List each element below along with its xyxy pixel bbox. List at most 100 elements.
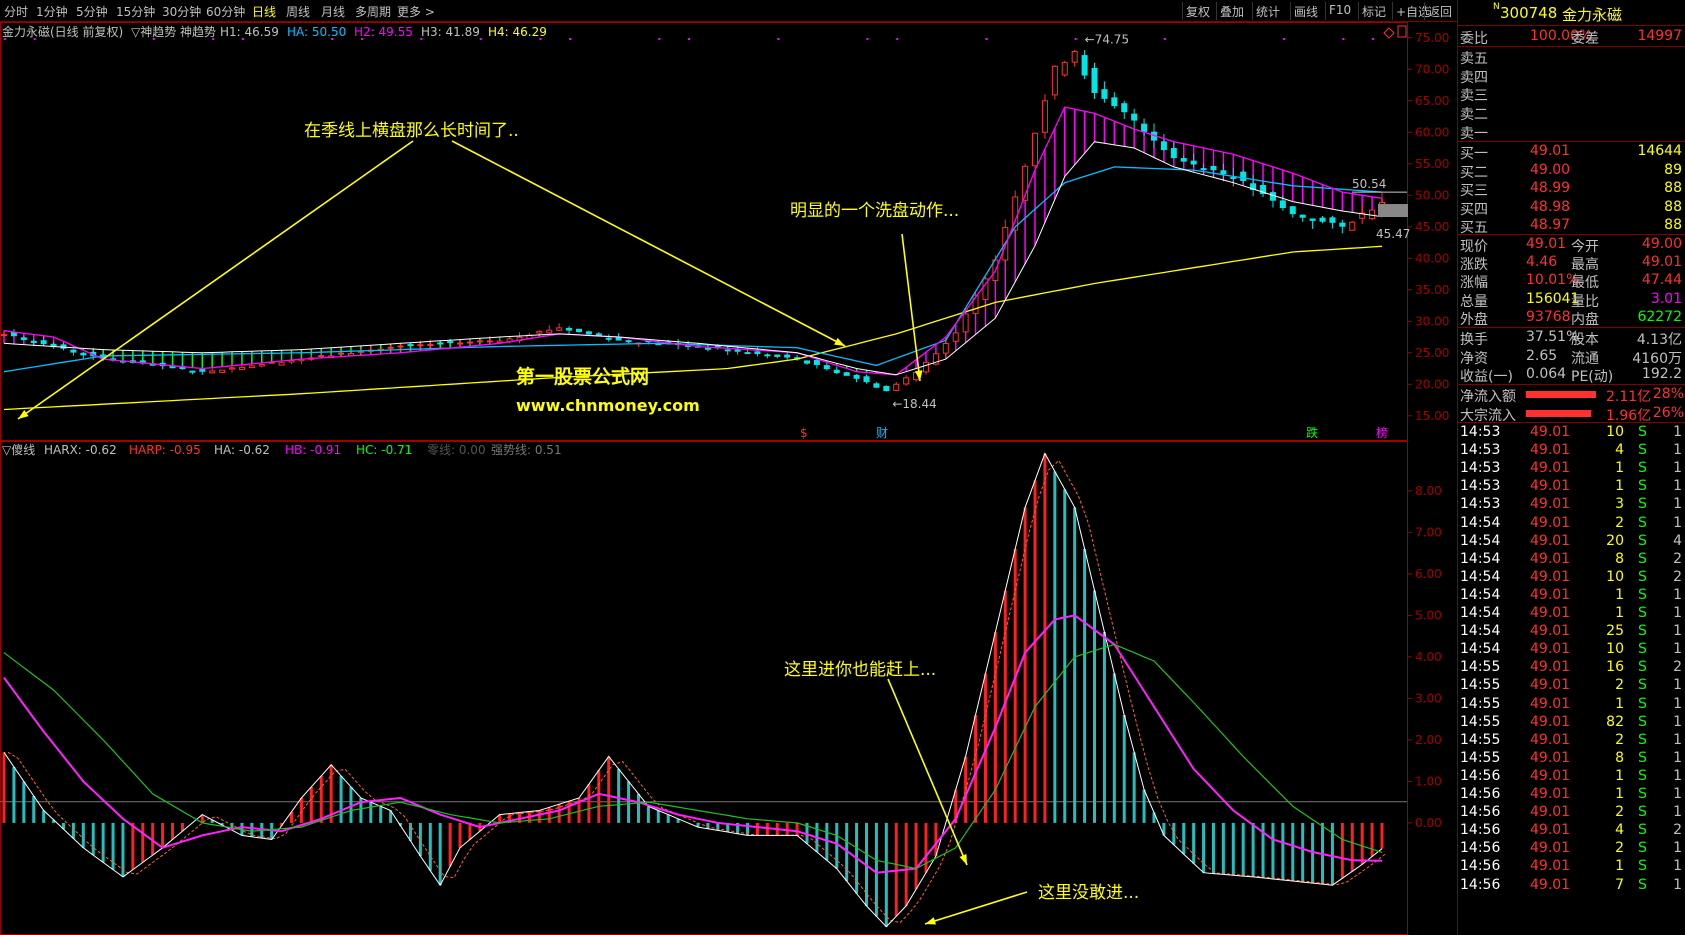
bid-volume: 88: [1664, 198, 1682, 215]
tick-row: 14:54 49.01 25 S 1: [1458, 622, 1685, 641]
tick-time: 14:55: [1460, 713, 1501, 730]
tick-count: 1: [1673, 641, 1682, 658]
candle-body: [1081, 55, 1088, 76]
flow-bar: [1526, 409, 1591, 417]
toolbar-button[interactable]: F10: [1325, 2, 1354, 20]
stat-value: 0.064: [1526, 366, 1567, 382]
tick-row: 14:55 49.01 8 S 1: [1458, 749, 1685, 768]
timeframe-tab[interactable]: 日线: [252, 3, 276, 20]
candle-body: [486, 340, 493, 343]
toolbar-button[interactable]: 画线: [1290, 2, 1321, 20]
flow-pct: 26%: [1652, 404, 1684, 421]
timeframe-tab[interactable]: 多周期: [355, 3, 391, 20]
timeframe-tab[interactable]: 5分钟: [76, 3, 108, 20]
tick-volume: 10: [1606, 641, 1624, 658]
tick-volume: 2: [1615, 840, 1624, 857]
tick-price: 49.01: [1530, 532, 1571, 549]
toolbar-button[interactable]: 标记: [1358, 2, 1389, 20]
tick-volume: 16: [1606, 659, 1624, 676]
sub-indicator-chart[interactable]: 0.00 1.00 2.00 3.00 4.00 5.00 6.00 7.00 8.00 ▽傻线 H…: [0, 441, 1457, 935]
candle-body: [1230, 176, 1237, 179]
stat-value: 93768: [1526, 308, 1571, 325]
main-legend-item: H2: 49.55: [354, 25, 413, 39]
stock-code: 300748: [1500, 4, 1558, 22]
stat-value: 47.44: [1641, 272, 1682, 289]
tick-time: 14:54: [1460, 605, 1501, 621]
y-tick-label: 4.00: [1415, 650, 1442, 664]
y-tick-label: 7.00: [1415, 525, 1442, 539]
ask-row: 卖五: [1458, 47, 1685, 67]
stat-value: 49.01: [1641, 254, 1682, 271]
sub-legend-item: 零线: 0.00: [427, 443, 486, 457]
quote-panel: 委比 100.00% 委差 14997 卖五 卖四 卖三 卖二 卖一 买一 49.01 14644 买二…: [1457, 26, 1685, 935]
annotation-entry: 这里进你也能赶上...: [784, 660, 937, 680]
timeframe-tab[interactable]: 周线: [286, 3, 310, 20]
tick-price: 49.01: [1530, 442, 1571, 459]
candle-body: [754, 351, 761, 355]
y-tick-label: 55.00: [1415, 157, 1449, 171]
stat-value: 192.2: [1641, 366, 1682, 382]
tick-count: 1: [1673, 840, 1682, 857]
signal-dot: [688, 38, 691, 40]
bid-price: 48.99: [1530, 180, 1571, 196]
scroll-icon: [1397, 25, 1407, 38]
candle-body: [1210, 165, 1217, 171]
tick-time: 14:55: [1460, 695, 1501, 712]
timeframe-tab[interactable]: 分时: [4, 3, 28, 20]
candle-body: [1170, 148, 1177, 159]
tick-volume: 7: [1615, 876, 1624, 893]
tick-time: 14:56: [1460, 767, 1501, 784]
toolbar-button[interactable]: 返回: [1424, 2, 1455, 20]
tick-count: 1: [1673, 478, 1682, 495]
stat-value: 49.00: [1641, 236, 1682, 252]
toolbar-button[interactable]: 叠加: [1216, 2, 1247, 20]
tick-volume: 1: [1615, 767, 1624, 784]
bid-price: 49.01: [1530, 143, 1571, 159]
toolbar-button[interactable]: 统计: [1252, 2, 1283, 20]
stat-row: 总量 156041 量比 3.01: [1458, 290, 1685, 310]
tick-volume: 2: [1615, 731, 1624, 748]
ha-line: [3, 452, 1383, 928]
timeframe-tab[interactable]: 更多 >: [397, 3, 435, 20]
tick-row: 14:54 49.01 10 S 2: [1458, 568, 1685, 587]
tick-side: S: [1638, 858, 1647, 875]
timeframe-tab[interactable]: 60分钟: [206, 3, 245, 20]
price-tag: 45.47: [1376, 227, 1410, 241]
candle-body: [1032, 132, 1039, 167]
candle-body: [1289, 206, 1296, 215]
market-flag: N: [1493, 2, 1500, 12]
main-legend-title: 金力永磁(日线 前复权): [2, 24, 123, 39]
tick-count: 4: [1673, 532, 1682, 549]
tick-row: 14:56 49.01 1 S 1: [1458, 785, 1685, 804]
candle-body: [1061, 62, 1068, 76]
y-tick-label: 2.00: [1415, 733, 1442, 747]
main-price-chart[interactable]: 15.00 20.00 25.00 30.00 35.00 40.00 45.00 50.00…: [0, 22, 1457, 441]
candle-body: [575, 328, 582, 333]
candle-body: [80, 352, 87, 356]
timeframe-tab[interactable]: 15分钟: [116, 3, 155, 20]
timeframe-tab[interactable]: 1分钟: [36, 3, 68, 20]
toolbar-button[interactable]: 复权: [1182, 2, 1213, 20]
candle-body: [1200, 168, 1207, 171]
tick-count: 1: [1673, 876, 1682, 893]
candle-body: [1180, 158, 1187, 162]
candle-body: [338, 352, 345, 355]
candle-body: [784, 354, 791, 358]
tick-time: 14:54: [1460, 568, 1501, 585]
annotation-arrow: [17, 140, 414, 420]
ask-row: 卖二: [1458, 103, 1685, 123]
harp-line: [7, 459, 1387, 924]
sub-legend-item: HARP: -0.95: [129, 443, 201, 457]
annotation-arrow: [924, 891, 1028, 925]
candle-body: [10, 332, 17, 337]
tick-time: 14:56: [1460, 858, 1501, 875]
tick-side: S: [1638, 731, 1647, 748]
timeframe-tab[interactable]: 30分钟: [162, 3, 201, 20]
stat-value: 3.01: [1650, 290, 1682, 307]
timeframe-tab[interactable]: 月线: [321, 3, 345, 20]
candle-body: [1141, 123, 1148, 132]
tick-count: 1: [1673, 605, 1682, 621]
candle-body: [962, 313, 969, 333]
bid-volume: 88: [1664, 180, 1682, 196]
candle-body: [1071, 51, 1078, 63]
